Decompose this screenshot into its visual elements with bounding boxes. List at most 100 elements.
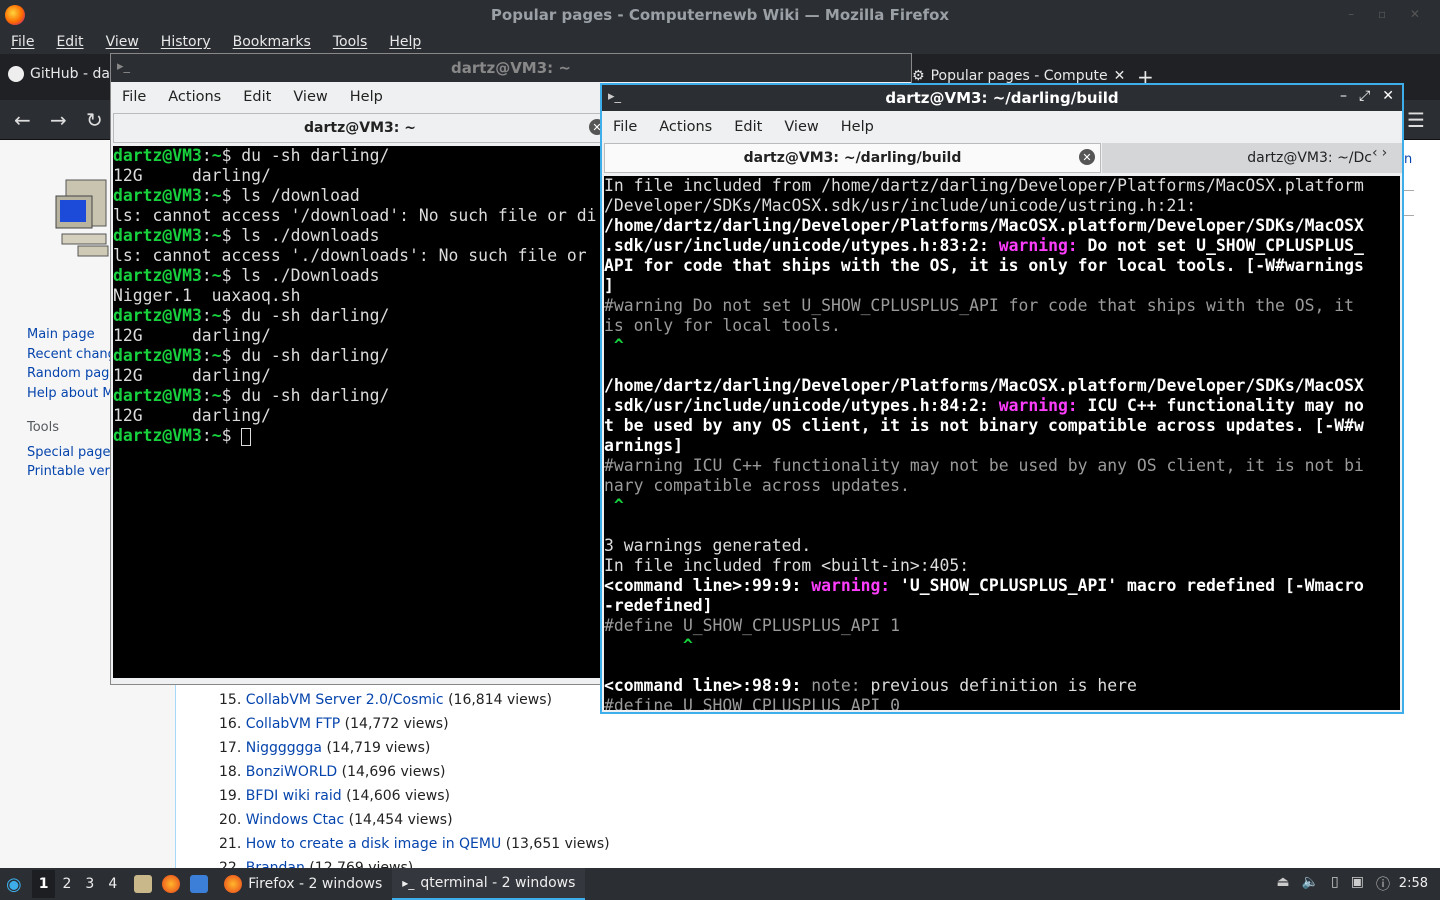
chevron-left-icon[interactable]: ‹ — [1372, 145, 1378, 161]
clipboard-icon[interactable]: ▯ — [1331, 874, 1339, 894]
terminal-line: /home/dartz/darling/Developer/Platforms/… — [604, 216, 1364, 235]
t2-menu-edit[interactable]: Edit — [723, 119, 773, 135]
firefox-window-controls[interactable]: – ▫ ✕ — [1348, 7, 1430, 21]
terminal1-window-title: dartz@VM3: ~ — [451, 59, 571, 77]
close-icon[interactable]: ✕ — [1382, 88, 1394, 104]
t1-menu-actions[interactable]: Actions — [157, 89, 232, 105]
tab-label: GitHub - dar — [30, 66, 116, 82]
ff-menu-edit[interactable]: Edit — [45, 34, 94, 50]
terminal-line: t be used by any OS client, it is not bi… — [604, 416, 1364, 435]
close-icon[interactable]: ✕ — [1114, 68, 1126, 84]
network-icon[interactable]: ▣ — [1351, 874, 1364, 894]
terminal-line: API for code that ships with the OS, it … — [604, 256, 1364, 275]
ff-menu-bookmarks[interactable]: Bookmarks — [222, 34, 322, 50]
wiki-link-main-page[interactable]: Main page — [27, 327, 95, 342]
wiki-search-partial[interactable]: n — [1404, 152, 1412, 167]
firefox-logo-icon — [5, 5, 25, 25]
terminal2-tab-build[interactable]: dartz@VM3: ~/darling/build — [604, 143, 1101, 173]
task-label: Firefox - 2 windows — [248, 876, 383, 892]
start-menu-icon[interactable]: ◉ — [6, 874, 22, 895]
wiki-link-recent-changes[interactable]: Recent chang — [27, 347, 116, 362]
file-manager-icon[interactable] — [134, 875, 153, 893]
terminal-line: #warning ICU C++ functionality may not b… — [604, 456, 1364, 475]
firefox-tab-popular-pages[interactable]: ⚙ Popular pages - Compute ✕ — [912, 68, 1125, 84]
ff-menu-view[interactable]: View — [95, 34, 150, 50]
wiki-link-special-pages[interactable]: Special pages — [27, 445, 117, 460]
terminal1-tab[interactable]: dartz@VM3: ~ — [113, 113, 607, 143]
t2-menu-actions[interactable]: Actions — [648, 119, 723, 135]
close-icon[interactable]: ✕ — [1079, 149, 1095, 165]
firefox-title-bar: Popular pages - Computernewb Wiki — Mozi… — [0, 0, 1440, 30]
wiki-link-printable[interactable]: Printable vers — [27, 464, 117, 479]
hamburger-menu-icon[interactable]: ☰ — [1407, 108, 1425, 132]
terminal-line: 3 warnings generated. — [604, 536, 812, 555]
back-button[interactable]: ← — [14, 108, 31, 132]
list-item: 18. BonziWORLD (14,696 views) — [219, 764, 446, 780]
terminal-line: ls: cannot access '/download': No such f… — [113, 206, 597, 225]
clock: 2:58 — [1398, 876, 1428, 891]
workspace-1[interactable]: 1 — [31, 870, 56, 898]
terminal-line: #warning Do not set U_SHOW_CPLUSPLUS_API… — [604, 296, 1354, 315]
terminal2-tab-second[interactable]: dartz@VM3: ~/Dc — [1102, 143, 1402, 173]
terminal1-title-bar[interactable]: dartz@VM3: ~ — [111, 54, 911, 82]
page-link[interactable]: Nigggggga — [246, 740, 322, 756]
ff-menu-help[interactable]: Help — [378, 34, 432, 50]
page-link[interactable]: How to create a disk image in QEMU — [246, 836, 502, 852]
tab-label: dartz@VM3: ~/darling/build — [743, 150, 962, 166]
wiki-link-random-page[interactable]: Random page — [27, 366, 117, 381]
firefox-window-title: Popular pages - Computernewb Wiki — Mozi… — [490, 6, 950, 24]
github-icon — [8, 66, 24, 82]
t2-menu-help[interactable]: Help — [830, 119, 885, 135]
workspace-4[interactable]: 4 — [101, 876, 124, 892]
tab-label: dartz@VM3: ~ — [304, 120, 416, 136]
forward-button[interactable]: → — [50, 108, 67, 132]
minimize-icon[interactable]: – — [1340, 88, 1347, 104]
ff-menu-tools[interactable]: Tools — [322, 34, 379, 50]
taskbar-qterminal[interactable]: ▸_ qterminal - 2 windows — [392, 868, 586, 900]
terminal-line: <command line>:99:9: warning: 'U_SHOW_CP… — [604, 576, 1364, 595]
terminal-cursor — [241, 427, 252, 446]
terminal-line: <command line>:98:9: note: previous defi… — [604, 676, 1137, 695]
t2-menu-view[interactable]: View — [773, 119, 829, 135]
notification-icon[interactable]: ⓘ — [1376, 874, 1390, 894]
volume-icon[interactable]: 🔈 — [1302, 874, 1319, 894]
page-link[interactable]: CollabVM FTP — [246, 716, 341, 732]
ff-menu-history[interactable]: History — [150, 34, 222, 50]
firefox-launcher-icon[interactable] — [162, 875, 181, 893]
terminal-line: dartz@VM3:~$ du -sh darling/ — [113, 146, 390, 165]
reload-button[interactable]: ↻ — [86, 108, 103, 132]
terminal-line: 12G darling/ — [113, 406, 271, 425]
page-link[interactable]: BonziWORLD — [246, 764, 337, 780]
terminal-line: is only for local tools. — [604, 316, 841, 335]
t1-menu-file[interactable]: File — [111, 89, 157, 105]
terminal2-window-title: dartz@VM3: ~/darling/build — [885, 89, 1119, 107]
taskbar-firefox[interactable]: Firefox - 2 windows — [214, 868, 392, 900]
page-link[interactable]: Windows Ctac — [246, 812, 345, 828]
workspace-3[interactable]: 3 — [78, 876, 101, 892]
computer-logo-icon[interactable] — [52, 178, 114, 262]
terminal-line: In file included from <built-in>:405: — [604, 556, 970, 575]
t1-menu-view[interactable]: View — [282, 89, 338, 105]
firefox-tab-github[interactable]: GitHub - dar — [8, 66, 116, 82]
terminal-line: /Developer/SDKs/MacOSX.sdk/usr/include/u… — [604, 196, 1197, 215]
t2-menu-file[interactable]: File — [602, 119, 648, 135]
page-link[interactable]: BFDI wiki raid — [246, 788, 342, 804]
t1-menu-edit[interactable]: Edit — [232, 89, 282, 105]
wiki-link-help[interactable]: Help about M — [27, 386, 114, 401]
chevron-right-icon[interactable]: › — [1382, 145, 1388, 161]
terminal-line: /home/dartz/darling/Developer/Platforms/… — [604, 376, 1364, 395]
page-link[interactable]: CollabVM Server 2.0/Cosmic — [246, 692, 444, 708]
desktop-icon[interactable] — [190, 875, 209, 893]
t1-menu-help[interactable]: Help — [339, 89, 394, 105]
terminal2-title-bar[interactable]: dartz@VM3: ~/darling/build — [602, 85, 1402, 111]
terminal1-output[interactable]: dartz@VM3:~$ du -sh darling/12G darling/… — [113, 146, 603, 678]
terminal2-output[interactable]: In file included from /home/dartz/darlin… — [604, 176, 1400, 710]
workspace-2[interactable]: 2 — [55, 876, 78, 892]
terminal-line: In file included from /home/dartz/darlin… — [604, 176, 1364, 195]
terminal-line: ^ — [604, 636, 693, 655]
maximize-icon[interactable]: ⤢ — [1359, 88, 1370, 104]
terminal-icon: ▸_ — [608, 89, 622, 104]
ff-menu-file[interactable]: File — [0, 34, 45, 50]
terminal-line: 12G darling/ — [113, 166, 271, 185]
upload-icon[interactable]: ⏏ — [1276, 874, 1289, 894]
